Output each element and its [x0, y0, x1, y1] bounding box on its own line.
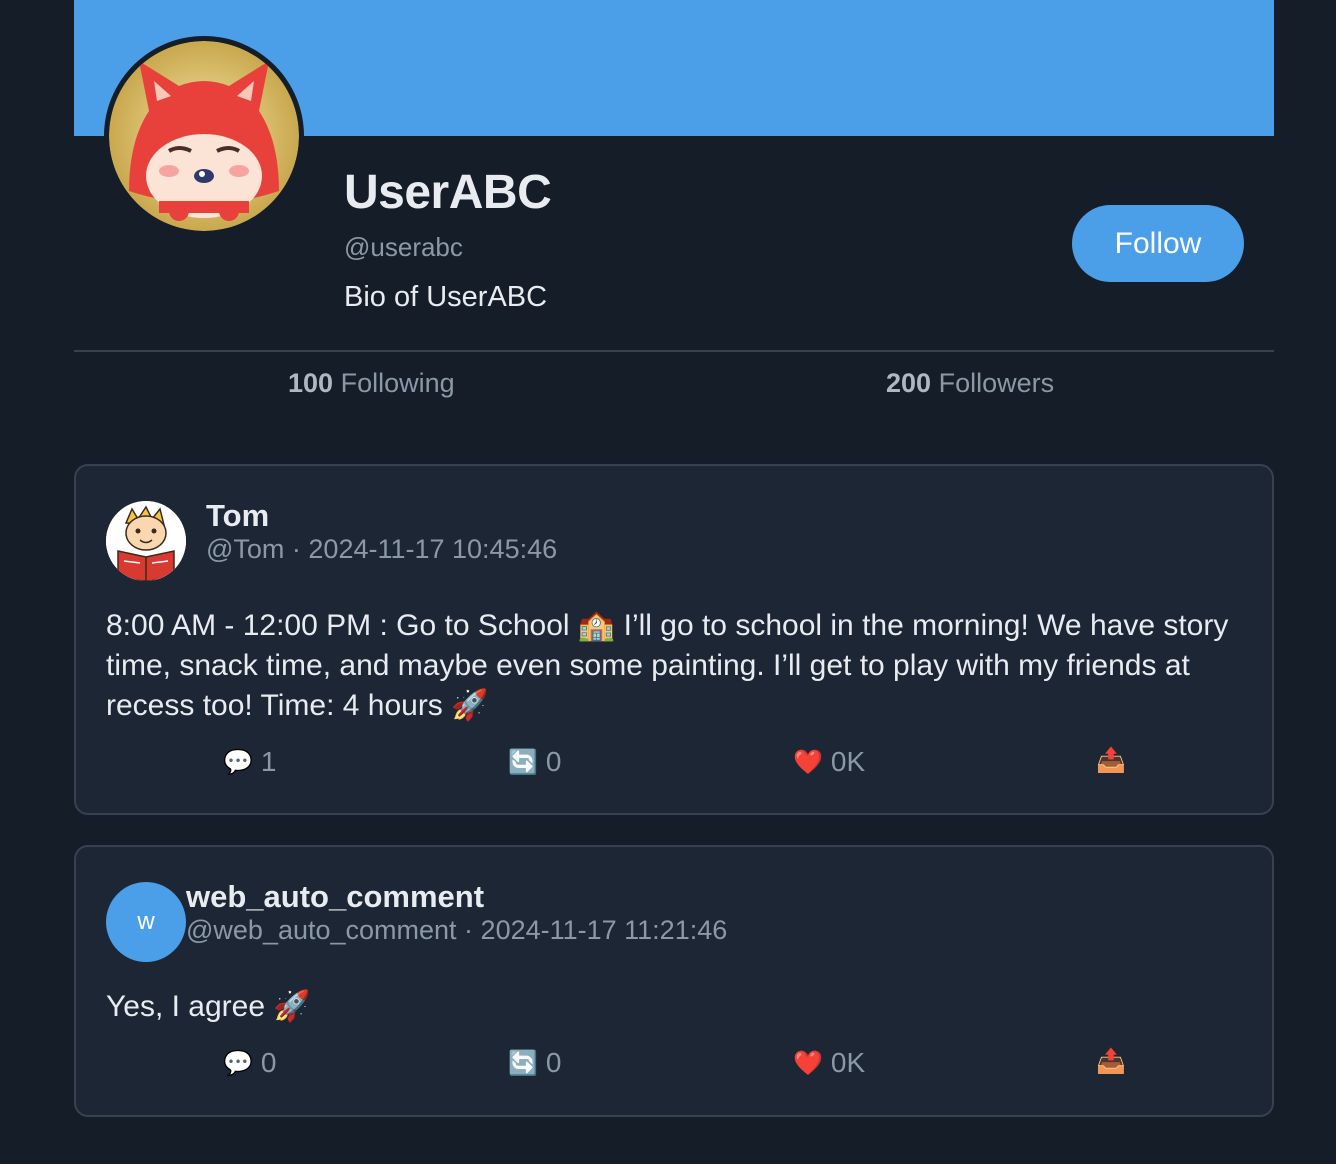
followers-label: Followers: [938, 368, 1055, 398]
post-author-name[interactable]: web_auto_comment: [186, 879, 484, 915]
profile-handle: @userabc: [344, 232, 463, 262]
post-author-meta: @web_auto_comment · 2024-11-17 11:21:46: [186, 915, 728, 945]
comment-count: 1: [260, 746, 277, 777]
repost-icon: 🔄: [508, 748, 538, 776]
profile-header: UserABC @userabc Bio of UserABC Follow 1…: [74, 0, 1274, 398]
share-icon: 📤: [1096, 1048, 1126, 1075]
comment-button[interactable]: 💬 1: [223, 746, 276, 778]
heart-icon: ❤️: [793, 748, 823, 776]
post-author-name[interactable]: Tom: [206, 498, 269, 534]
follow-button[interactable]: Follow: [1072, 205, 1244, 282]
heart-icon: ❤️: [793, 1049, 823, 1077]
like-button[interactable]: ❤️ 0K: [793, 1047, 865, 1079]
post-author-avatar[interactable]: w: [106, 882, 186, 962]
post-actions: 💬 0 🔄 0 ❤️ 0K 📤: [76, 1047, 1276, 1087]
following-stat[interactable]: 100 Following: [288, 368, 455, 399]
share-icon: 📤: [1096, 747, 1126, 774]
post-card[interactable]: Tom @Tom · 2024-11-17 10:45:46 8:00 AM -…: [74, 464, 1274, 815]
profile-bio: Bio of UserABC: [344, 281, 548, 313]
post-text: 8:00 AM - 12:00 PM : Go to School 🏫 I’ll…: [106, 609, 1229, 722]
following-label: Following: [340, 368, 455, 398]
avatar-letter: w: [137, 908, 155, 935]
red-panda-avatar-icon: [109, 41, 299, 231]
repost-button[interactable]: 🔄 0: [508, 746, 561, 778]
divider: [74, 350, 1274, 352]
repost-count: 0: [545, 746, 562, 777]
repost-icon: 🔄: [508, 1049, 538, 1077]
like-count: 0K: [830, 746, 866, 777]
profile-stats: 100 Following 200 Followers: [74, 368, 1274, 408]
following-count: 100: [288, 368, 334, 398]
share-button[interactable]: 📤: [1096, 746, 1134, 775]
comment-count: 0: [260, 1047, 277, 1078]
post-text: Yes, I agree 🚀: [106, 990, 311, 1023]
profile-avatar[interactable]: [104, 36, 304, 236]
followers-count: 200: [886, 368, 932, 398]
like-count: 0K: [830, 1047, 866, 1078]
comment-icon: 💬: [223, 1049, 253, 1077]
like-button[interactable]: ❤️ 0K: [793, 746, 865, 778]
post-author-meta: @Tom · 2024-11-17 10:45:46: [206, 534, 558, 564]
post-author-avatar[interactable]: [106, 501, 186, 581]
comment-icon: 💬: [223, 748, 253, 776]
post-actions: 💬 1 🔄 0 ❤️ 0K 📤: [76, 746, 1276, 786]
post-card[interactable]: w web_auto_comment @web_auto_comment · 2…: [74, 845, 1274, 1117]
boy-reading-book-icon: [106, 501, 186, 581]
repost-button[interactable]: 🔄 0: [508, 1047, 561, 1079]
profile-display-name: UserABC: [344, 166, 552, 219]
share-button[interactable]: 📤: [1096, 1047, 1134, 1076]
repost-count: 0: [545, 1047, 562, 1078]
comment-button[interactable]: 💬 0: [223, 1047, 276, 1079]
followers-stat[interactable]: 200 Followers: [886, 368, 1054, 399]
